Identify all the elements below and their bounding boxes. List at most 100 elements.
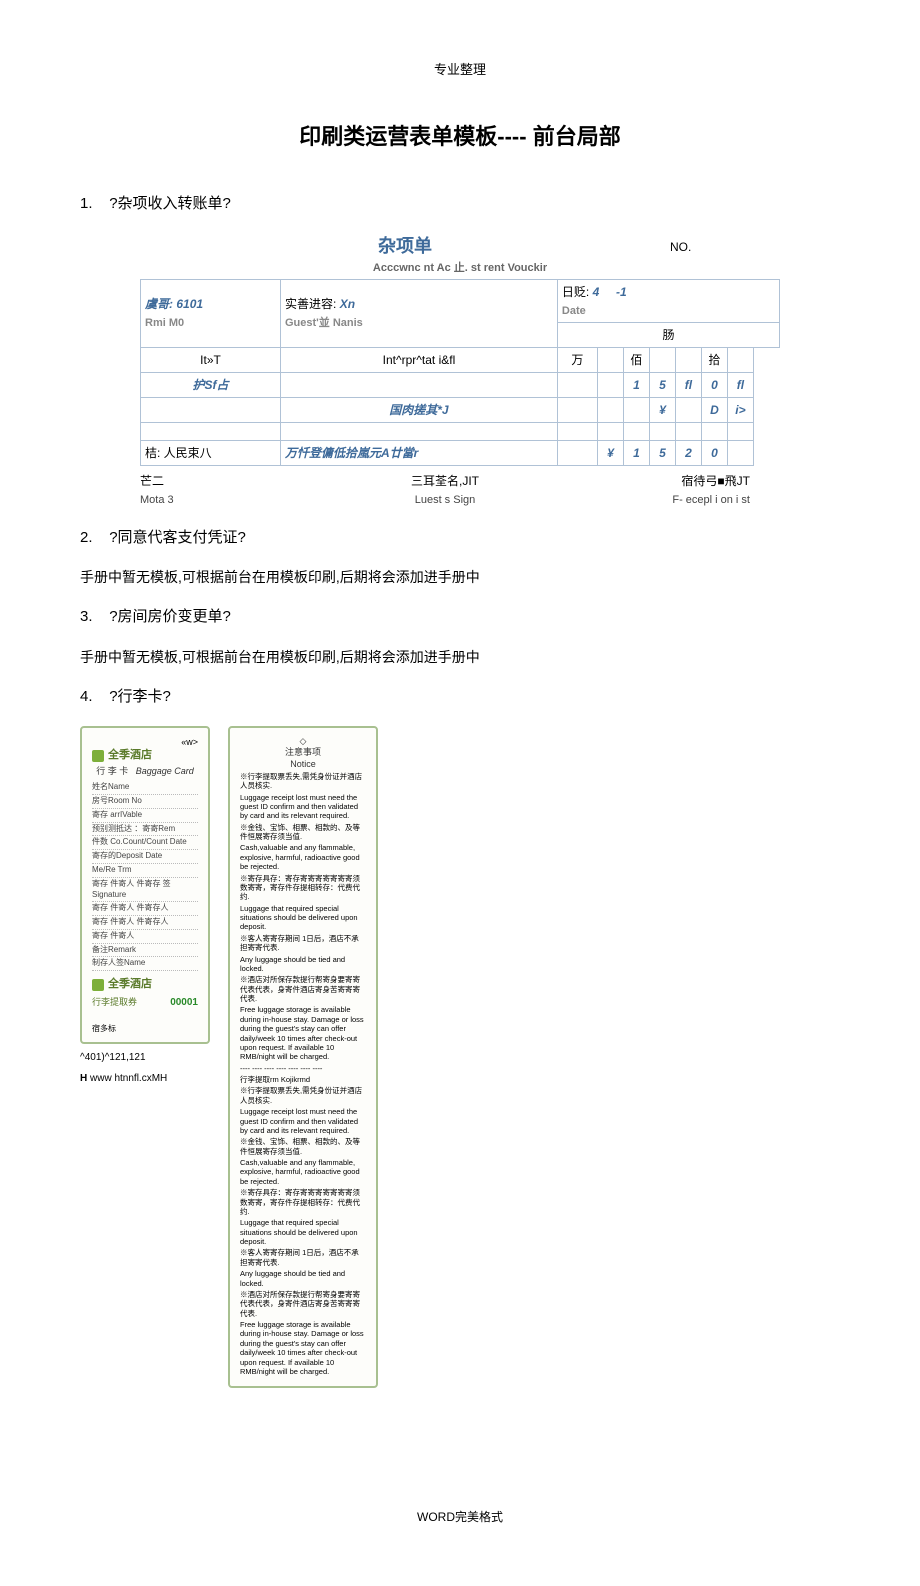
item-text: ?杂项收入转账单? — [109, 195, 231, 212]
card-row: 寄存的Deposit Date — [92, 850, 198, 864]
voucher-title: 杂项单 — [140, 233, 670, 260]
item-number: 3. — [80, 608, 93, 625]
total-value-text: 万忏登傭低拾嵐元A廿當r — [285, 446, 418, 460]
row1-b — [597, 373, 623, 398]
item-text: ?同意代客支付凭证? — [109, 529, 246, 546]
voucher-no-label: NO. — [670, 238, 780, 260]
card-title-en: Baggage Card — [136, 766, 194, 776]
tot-c3: 2 — [675, 441, 701, 466]
sig-mid-cn: 三耳荃名,JIT — [343, 472, 546, 490]
notice-line: ※金钱、宝饰、相票、相款的、及等件恒展寄存须当值. — [240, 823, 366, 842]
total-value: 万忏登傭低拾嵐元A廿當r — [281, 441, 558, 466]
tot-c2: 5 — [649, 441, 675, 466]
notice-line: ※行李提取票丢失,需凭身份证并酒店人员核实. — [240, 772, 366, 791]
brand-row: 全季酒店 — [92, 748, 198, 763]
row1-c2: 5 — [649, 373, 675, 398]
sub-blank3 — [675, 348, 701, 373]
item-text: ?行李卡? — [109, 688, 171, 705]
sub-shi: 拾 — [701, 348, 727, 373]
col-item: It»T — [141, 348, 281, 373]
col-interp: Int^rpr^tat i&fl — [281, 348, 558, 373]
notice-line: ---- ---- ---- ---- ---- ---- ---- — [240, 1064, 366, 1073]
notice-line: Luggage that required special situations… — [240, 1218, 366, 1246]
list-item-3: 3. ?房间房价变更单? — [80, 606, 840, 629]
sig-mid-cn-text: 三耳荃名,JIT — [411, 474, 479, 488]
notice-line: ※酒店对所保存款提行帮寄身要寄寄代表代表，身寄件酒店寄身苦寄寄寄代表. — [240, 975, 366, 1003]
list-item-4: 4. ?行李卡? — [80, 686, 840, 709]
card-row: 寄存 件寄人 件寄存 签Signature — [92, 878, 198, 903]
row1-desc — [281, 373, 558, 398]
date-cell: 日贬: 4 -1 Date — [557, 279, 779, 323]
tot-c4: 0 — [701, 441, 727, 466]
item-number: 1. — [80, 195, 93, 212]
card-row: 房号Room No — [92, 795, 198, 809]
slip-brand-row: 全季酒店 — [92, 977, 198, 992]
voucher-table: 虞哥: 6101 Rmi M0 实善进容: Xn Guest'並 Nanis 日… — [140, 279, 780, 467]
row2-c2: D — [701, 398, 727, 423]
sig-right-cn-text: 宿待弓■飛JT — [681, 474, 750, 488]
notice-line: Any luggage should be tied and locked. — [240, 1269, 366, 1288]
note-2: 手册中暂无模板,可根据前台在用模板印刷,后期将会添加进手册中 — [80, 567, 840, 588]
url-line2: H www htnnfl.cxMH — [80, 1071, 210, 1086]
item-text: ?房间房价变更单? — [109, 608, 231, 625]
card-row: 件数 Co.Count/Count Date — [92, 836, 198, 850]
notice-line: Free luggage storage is available during… — [240, 1005, 366, 1061]
notice-line: Luggage receipt lost must need the guest… — [240, 793, 366, 821]
total-label: 桔: 人民束八 — [141, 441, 281, 466]
notice-line: Cash,valuable and any flammable, explosi… — [240, 1158, 366, 1186]
row1-a — [557, 373, 597, 398]
slip-title: 行李提取券 — [92, 996, 137, 1010]
notice-title-en: Notice — [240, 759, 366, 770]
voucher-subtitle: Acccwnc nt Ac 止. st rent Vouckir — [140, 260, 780, 277]
card-row: 制存人签Name — [92, 957, 198, 971]
url-line2-rest: www htnnfl.cxMH — [87, 1073, 167, 1084]
guest-label-en: Guest'並 Nanis — [285, 317, 363, 329]
card-row: 寄存 件寄人 — [92, 930, 198, 944]
tot-a — [557, 441, 597, 466]
card-w: «w> — [92, 736, 198, 748]
row3-item — [141, 423, 281, 441]
brand-text: 全季酒店 — [108, 748, 152, 763]
sig-mid-en: Luest s Sign — [343, 492, 546, 509]
baggage-card-left-wrap: «w> 全季酒店 行 李 卡 Baggage Card 姓名Name房号Room… — [80, 726, 210, 1388]
row2-desc: 国肉搓其*J — [281, 398, 558, 423]
card-title-cn: 行 李 卡 — [96, 766, 128, 776]
notice-line: Luggage that required special situations… — [240, 904, 366, 932]
signature-row-cn: 芒二 三耳荃名,JIT 宿待弓■飛JT — [140, 472, 780, 490]
row1-item: 护Sf占 — [141, 373, 281, 398]
card-row: 预别测抵达 ：寄寄Rem — [92, 823, 198, 837]
amount-header: 肠 — [557, 323, 779, 348]
notice-line: Cash,valuable and any flammable, explosi… — [240, 843, 366, 871]
notice-line: ※寄存具存：寄存寄寄寄寄寄寄寄须数寄寄，寄存件存提相转存：代费代约. — [240, 874, 366, 902]
signature-row-en: Mota 3 Luest s Sign F- ecepl i on i st — [140, 492, 780, 509]
notice-line: ※行李提取票丢失,需凭身份证并酒店人员核实. — [240, 1086, 366, 1105]
slip-amount: 00001 — [170, 996, 198, 1010]
slip-brand-text: 全季酒店 — [108, 977, 152, 992]
room-cell: 虞哥: 6101 Rmi M0 — [141, 279, 281, 348]
note-3: 手册中暂无模板,可根据前台在用模板印刷,后期将会添加进手册中 — [80, 647, 840, 668]
sig-right-cn: 宿待弓■飛JT — [547, 472, 780, 490]
row1-c5: fl — [727, 373, 753, 398]
notice-symbol: ◇ — [240, 736, 366, 747]
slip-title-row: 行李提取券 00001 — [92, 996, 198, 1010]
room-value: 6101 — [176, 297, 203, 311]
sub-blank2 — [649, 348, 675, 373]
notice-card: ◇ 注意事项 Notice ※行李提取票丢失,需凭身份证并酒店人员核实. Lugg… — [228, 726, 378, 1388]
row2-a — [557, 398, 597, 423]
page-title: 印刷类运营表单模板---- 前台局部 — [80, 120, 840, 153]
notice-title-cn: 注意事项 — [240, 747, 366, 758]
row2-b — [597, 398, 623, 423]
row1-c4: 0 — [701, 373, 727, 398]
notice-line: Free luggage storage is available during… — [240, 1320, 366, 1376]
date-label-en: Date — [562, 305, 586, 317]
brand-icon — [92, 750, 104, 762]
sub-blank1 — [597, 348, 623, 373]
row2-c0 — [623, 398, 649, 423]
tot-c0: ¥ — [597, 441, 623, 466]
baggage-card-left: «w> 全季酒店 行 李 卡 Baggage Card 姓名Name房号Room… — [80, 726, 210, 1044]
list-item-2: 2. ?同意代客支付凭证? — [80, 527, 840, 550]
notice-line: 行李提取rm Kojikrmd — [240, 1075, 366, 1084]
sig-left-en: Mota 3 — [140, 492, 343, 509]
room-label-cn: 虞哥: — [145, 297, 173, 311]
tot-c1: 1 — [623, 441, 649, 466]
